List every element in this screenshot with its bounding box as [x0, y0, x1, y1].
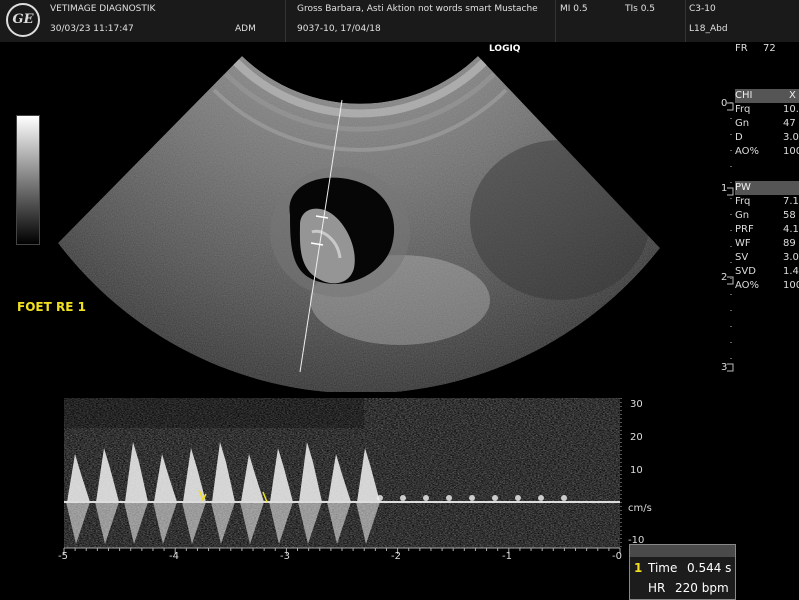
measurement-index: 1 [634, 561, 643, 575]
patient-id: 9037-10, 17/04/18 [297, 24, 381, 34]
preset-name: L18_Abd [689, 24, 728, 34]
waveform-blip [423, 495, 429, 501]
header-patient-cell: Gross Barbara, Asti Aktion not words sma… [285, 0, 556, 42]
depth-label-3: 3 [721, 362, 728, 373]
waveform-blip [538, 495, 544, 501]
time-tick-3: -3 [280, 551, 290, 562]
depth-label-2: 2 [721, 272, 728, 283]
frame-rate: FR 72 [735, 43, 776, 54]
param-row: SVD 1.4 [735, 266, 799, 277]
header-bar: GE VETIMAGE DIAGNOSTIK 30/03/23 11:17:47… [0, 0, 799, 42]
param-row: SV 3.0 [735, 252, 799, 263]
hr-label: HR [648, 581, 666, 595]
pw-section-title: PW [735, 181, 799, 195]
param-row: Gn 58 [735, 210, 796, 221]
time-tick-0: -0 [612, 551, 622, 562]
param-row: D 3.0 [735, 132, 799, 143]
header-index-cell: MI 0.5 TIs 0.5 [555, 0, 686, 42]
bmode-sector-image [58, 56, 660, 392]
pw-params-panel: PW Frq 7.1 Gn 58 PRF 4.1 WF 89 SV 3.0 SVD 1.4 … [735, 181, 799, 293]
param-row: Gn 47 [735, 118, 796, 129]
header-probe-cell: C3-10 L18_Abd [685, 0, 799, 42]
chi-params-panel: CHIX Frq10.0 Gn47 D3.0 AO%100 [735, 89, 799, 159]
velocity-tick-10: 10 [630, 465, 643, 476]
velocity-tick-20: 20 [630, 432, 643, 443]
mechanical-index: MI 0.5 [560, 4, 588, 14]
patient-name: Gross Barbara, Asti Aktion not words sma… [297, 4, 538, 14]
grayscale-bar [16, 115, 40, 245]
param-row: Frq 7.1 [735, 196, 799, 207]
param-row: WF 89 [735, 238, 796, 249]
chi-section-title: CHI X [735, 89, 799, 103]
measurement-result-box: 1 Time 0.544 s HR 220 bpm [629, 544, 736, 600]
header-clinic-cell: VETIMAGE DIAGNOSTIK 30/03/23 11:17:47 AD… [0, 0, 286, 42]
depth-label-1: 1 [721, 183, 728, 194]
param-row: AO% 100 [735, 146, 799, 157]
waveform-blip [446, 495, 452, 501]
waveform-blip [469, 495, 475, 501]
system-name: LOGIQ [489, 44, 521, 54]
waveform-blip [515, 495, 521, 501]
depth-scale [727, 102, 734, 372]
waveform-blip [377, 495, 383, 501]
hr-value: 220 bpm [675, 581, 729, 595]
velocity-unit: cm/s [628, 503, 652, 514]
time-tick-5: -5 [58, 551, 68, 562]
time-tick-4: -4 [169, 551, 179, 562]
time-value: 0.544 s [687, 561, 732, 575]
waveform-blip [561, 495, 567, 501]
probe-name: C3-10 [689, 4, 716, 14]
param-row: PRF 4.1 [735, 224, 799, 235]
waveform-blip [492, 495, 498, 501]
operator: ADM [235, 24, 256, 34]
doppler-spectrum [63, 398, 622, 554]
time-tick-2: -2 [391, 551, 401, 562]
param-row: Frq10.0 [735, 104, 799, 115]
depth-label-0: 0 [721, 98, 728, 109]
image-annotation: FOET RE 1 [17, 300, 86, 314]
time-tick-1: -1 [502, 551, 512, 562]
param-row: AO% 100 [735, 280, 799, 291]
thermal-index: TIs 0.5 [625, 4, 656, 14]
velocity-tick-30: 30 [630, 399, 643, 410]
waveform-blip [400, 495, 406, 501]
exam-datetime: 30/03/23 11:17:47 [50, 24, 134, 34]
measurement-header [630, 545, 735, 557]
time-label: Time [648, 561, 678, 575]
clinic-name: VETIMAGE DIAGNOSTIK [50, 4, 156, 14]
